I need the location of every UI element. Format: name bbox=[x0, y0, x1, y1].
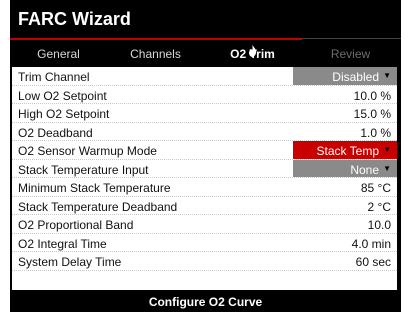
row-label: Stack Temperature Deadband bbox=[18, 199, 178, 214]
row-value: 10.0 bbox=[367, 218, 391, 233]
progress-line-remaining bbox=[302, 38, 401, 39]
wizard-window: FARC Wizard General Channels O2 Trim Rev… bbox=[10, 0, 401, 312]
trim-channel-select[interactable]: Disabled ▼ bbox=[293, 67, 397, 85]
row-trim-channel[interactable]: Trim Channel Disabled ▼ bbox=[12, 67, 397, 86]
row-o2-proportional-band[interactable]: O2 Proportional Band 10.0 bbox=[12, 215, 397, 234]
tab-o2-trim[interactable]: O2 Trim bbox=[204, 45, 301, 64]
caret-down-icon: ▼ bbox=[383, 145, 391, 155]
row-label: O2 Integral Time bbox=[18, 236, 107, 251]
warmup-mode-select[interactable]: Stack Temp ▼ bbox=[293, 141, 397, 159]
row-low-o2-setpoint[interactable]: Low O2 Setpoint 10.0 % bbox=[12, 86, 397, 105]
tab-bar: General Channels O2 Trim Review bbox=[10, 38, 401, 64]
row-value: 2 °C bbox=[367, 199, 391, 214]
row-label: High O2 Setpoint bbox=[18, 107, 110, 122]
stack-temperature-input-select[interactable]: None ▼ bbox=[293, 159, 397, 178]
row-high-o2-setpoint[interactable]: High O2 Setpoint 15.0 % bbox=[12, 104, 397, 123]
row-stack-temperature-input[interactable]: Stack Temperature Input None ▼ bbox=[12, 159, 397, 179]
select-value: Stack Temp bbox=[316, 144, 379, 159]
select-value: None bbox=[350, 162, 379, 177]
row-system-delay-time[interactable]: System Delay Time 60 sec bbox=[12, 252, 397, 272]
app-title: FARC Wizard bbox=[10, 0, 401, 38]
row-label: System Delay Time bbox=[18, 255, 122, 270]
tab-channels[interactable]: Channels bbox=[107, 47, 204, 64]
row-o2-deadband[interactable]: O2 Deadband 1.0 % bbox=[12, 123, 397, 142]
row-stack-temperature-deadband[interactable]: Stack Temperature Deadband 2 °C bbox=[12, 197, 397, 216]
row-label: O2 Proportional Band bbox=[18, 218, 134, 233]
configure-o2-curve-button[interactable]: Configure O2 Curve bbox=[10, 292, 401, 312]
select-value: Disabled bbox=[332, 70, 379, 84]
caret-down-icon: ▼ bbox=[383, 71, 391, 80]
row-value: 10.0 % bbox=[353, 88, 391, 103]
row-value: 60 sec bbox=[355, 255, 391, 270]
flame-icon bbox=[249, 45, 257, 57]
row-o2-sensor-warmup-mode[interactable]: O2 Sensor Warmup Mode Stack Temp ▼ bbox=[12, 141, 397, 160]
tab-review[interactable]: Review bbox=[302, 47, 399, 64]
row-label: O2 Sensor Warmup Mode bbox=[18, 144, 157, 159]
row-o2-integral-time[interactable]: O2 Integral Time 4.0 min bbox=[12, 234, 397, 253]
row-label: O2 Deadband bbox=[18, 125, 93, 140]
row-value: 85 °C bbox=[360, 181, 391, 196]
row-value: 4.0 min bbox=[351, 236, 391, 251]
settings-list: Trim Channel Disabled ▼ Low O2 Setpoint … bbox=[12, 67, 397, 290]
progress-line bbox=[10, 38, 302, 40]
row-value: 15.0 % bbox=[353, 107, 391, 122]
row-label: Low O2 Setpoint bbox=[18, 88, 107, 103]
row-label: Minimum Stack Temperature bbox=[18, 181, 171, 196]
row-minimum-stack-temperature[interactable]: Minimum Stack Temperature 85 °C bbox=[12, 178, 397, 197]
row-label: Trim Channel bbox=[18, 70, 90, 84]
caret-down-icon: ▼ bbox=[383, 163, 391, 173]
row-value: 1.0 % bbox=[360, 125, 391, 140]
tab-general[interactable]: General bbox=[10, 47, 107, 64]
row-label: Stack Temperature Input bbox=[18, 162, 149, 177]
